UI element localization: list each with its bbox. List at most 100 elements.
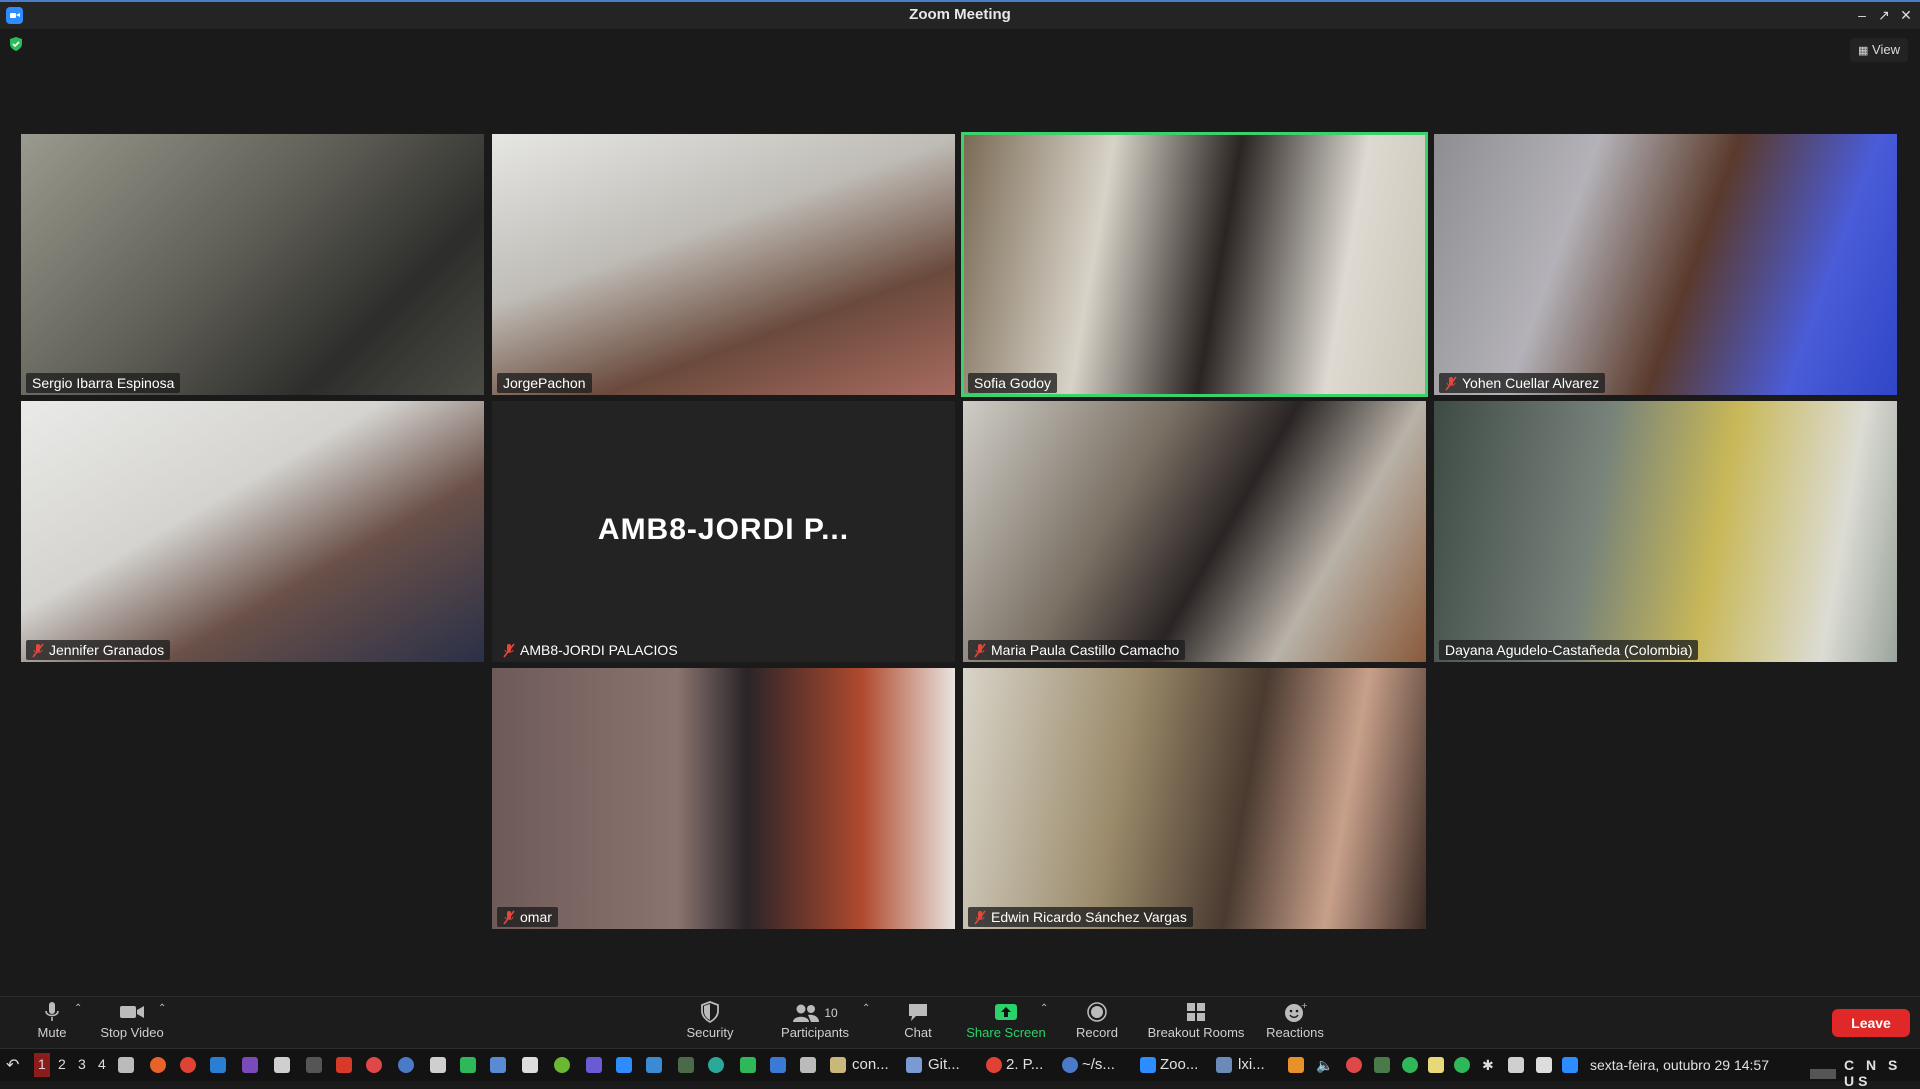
tray-app-icon[interactable]: [1536, 1057, 1552, 1073]
workspace-2[interactable]: 2: [58, 1056, 66, 1072]
app-icon[interactable]: [678, 1057, 694, 1073]
app-icon[interactable]: [366, 1057, 382, 1073]
encryption-shield-icon[interactable]: [8, 36, 24, 52]
participant-name: JorgePachon: [503, 375, 586, 391]
tray-clock-icon[interactable]: [1346, 1057, 1362, 1073]
participant-name: Sergio Ibarra Espinosa: [32, 375, 175, 391]
participant-name: Jennifer Granados: [49, 642, 165, 658]
participant-name-tag: Jennifer Granados: [26, 640, 171, 660]
participants-button[interactable]: 10 Participants: [776, 1001, 854, 1040]
app-icon[interactable]: [336, 1057, 352, 1073]
qgis-icon[interactable]: [554, 1057, 570, 1073]
tray-app-icon[interactable]: [1374, 1057, 1390, 1073]
taskbar-window[interactable]: ~/s...: [1082, 1056, 1115, 1073]
participant-name-tag: omar: [497, 907, 558, 927]
video-tile[interactable]: Jennifer Granados: [21, 401, 484, 662]
r-app-icon[interactable]: [398, 1057, 414, 1073]
vscode-icon[interactable]: [210, 1057, 226, 1073]
zoom-icon[interactable]: [616, 1057, 632, 1073]
taskbar-window[interactable]: Zoo...: [1160, 1056, 1198, 1073]
share-screen-icon: [995, 1004, 1017, 1020]
tray-sync-icon[interactable]: [1454, 1057, 1470, 1073]
tray-notes-icon[interactable]: [1428, 1057, 1444, 1073]
start-menu-icon[interactable]: ↶: [6, 1055, 22, 1074]
tray-check-icon[interactable]: [1402, 1057, 1418, 1073]
participant-name: Maria Paula Castillo Camacho: [991, 642, 1180, 658]
app-icon[interactable]: [708, 1057, 724, 1073]
teams-icon[interactable]: [586, 1057, 602, 1073]
breakout-rooms-button[interactable]: Breakout Rooms: [1144, 1001, 1248, 1040]
mute-button[interactable]: Mute: [30, 1001, 74, 1040]
taskbar-window[interactable]: con...: [852, 1056, 889, 1073]
share-options-caret-icon[interactable]: ⌃: [1040, 1003, 1048, 1014]
workspace-1[interactable]: 1: [38, 1056, 46, 1072]
window-icon: [906, 1057, 922, 1073]
record-icon: [1087, 1002, 1107, 1022]
volume-icon[interactable]: 🔈: [1316, 1057, 1333, 1073]
video-tile[interactable]: Maria Paula Castillo Camacho: [963, 401, 1426, 662]
audio-options-caret-icon[interactable]: ⌃: [74, 1003, 82, 1014]
window-title: Zoom Meeting: [909, 6, 1011, 23]
video-tile-active-speaker[interactable]: Sofia Godoy: [961, 132, 1428, 397]
participant-name-tag: Yohen Cuellar Alvarez: [1439, 373, 1606, 393]
participant-name-tag: Sergio Ibarra Espinosa: [26, 373, 181, 393]
video-tile[interactable]: JorgePachon: [492, 134, 955, 395]
document-icon[interactable]: [770, 1057, 786, 1073]
terminal-icon[interactable]: [306, 1057, 322, 1073]
clock[interactable]: sexta-feira, outubro 29 14:57: [1590, 1057, 1769, 1073]
chrome-icon[interactable]: [180, 1057, 196, 1073]
participant-name-tag: AMB8-JORDI PALACIOS: [497, 640, 684, 660]
app-icon[interactable]: [800, 1057, 816, 1073]
video-tile-video-off[interactable]: AMB8-JORDI P... AMB8-JORDI PALACIOS: [492, 401, 955, 662]
bluetooth-icon[interactable]: ✱: [1482, 1057, 1498, 1073]
firefox-icon[interactable]: [150, 1057, 166, 1073]
svg-text:+: +: [1301, 1001, 1307, 1010]
video-tile[interactable]: Dayana Agudelo-Castañeda (Colombia): [1434, 401, 1897, 662]
security-button[interactable]: Security: [680, 1001, 740, 1040]
participant-name-tag: Maria Paula Castillo Camacho: [968, 640, 1186, 660]
os-taskbar: ↶ 1 2 3 4 con... Git... 2. P... ~/s... Z…: [0, 1048, 1920, 1089]
video-options-caret-icon[interactable]: ⌃: [158, 1003, 166, 1014]
screenshot-icon[interactable]: [274, 1057, 290, 1073]
network-graph: [1810, 1069, 1836, 1079]
video-tile[interactable]: omar: [492, 668, 955, 929]
breakout-rooms-icon: [1187, 1003, 1205, 1021]
app-icon[interactable]: [490, 1057, 506, 1073]
participant-name: Dayana Agudelo-Castañeda (Colombia): [1445, 642, 1693, 658]
leave-button[interactable]: Leave: [1832, 1009, 1910, 1037]
tray-zoom-icon[interactable]: [1562, 1057, 1578, 1073]
reactions-button[interactable]: + Reactions: [1264, 1001, 1326, 1040]
participant-name-tag: JorgePachon: [497, 373, 592, 393]
app-icon[interactable]: [430, 1057, 446, 1073]
minimize-icon[interactable]: –: [1854, 7, 1870, 23]
chat-bubble-icon: [909, 1004, 927, 1021]
keyboard-indicator[interactable]: C N S US: [1844, 1057, 1920, 1089]
video-tile[interactable]: Yohen Cuellar Alvarez: [1434, 134, 1897, 395]
spreadsheet-icon[interactable]: [740, 1057, 756, 1073]
app-icon[interactable]: [242, 1057, 258, 1073]
chat-app-icon[interactable]: [460, 1057, 476, 1073]
workspace-3[interactable]: 3: [78, 1056, 86, 1072]
video-tile[interactable]: Sergio Ibarra Espinosa: [21, 134, 484, 395]
close-icon[interactable]: ✕: [1898, 7, 1914, 23]
taskbar-window[interactable]: Git...: [928, 1056, 960, 1073]
video-tile[interactable]: Edwin Ricardo Sánchez Vargas: [963, 668, 1426, 929]
participants-options-caret-icon[interactable]: ⌃: [862, 1003, 870, 1014]
app-icon[interactable]: [646, 1057, 662, 1073]
file-manager-icon[interactable]: [118, 1057, 134, 1073]
chrome-icon: [986, 1057, 1002, 1073]
view-button[interactable]: ▦ View: [1850, 38, 1908, 62]
tray-app-icon[interactable]: [1288, 1057, 1304, 1073]
taskbar-window[interactable]: 2. P...: [1006, 1056, 1043, 1073]
record-button[interactable]: Record: [1074, 1001, 1120, 1040]
mic-muted-icon: [503, 643, 515, 657]
dropbox-icon[interactable]: [1508, 1057, 1524, 1073]
chat-button[interactable]: Chat: [897, 1001, 939, 1040]
app-icon[interactable]: [522, 1057, 538, 1073]
share-screen-button[interactable]: Share Screen: [962, 1001, 1050, 1040]
mic-muted-icon: [1445, 376, 1457, 390]
maximize-icon[interactable]: ↗: [1876, 7, 1892, 23]
workspace-4[interactable]: 4: [98, 1056, 106, 1072]
reactions-smiley-icon: +: [1285, 1001, 1307, 1022]
taskbar-window[interactable]: lxi...: [1238, 1056, 1265, 1073]
